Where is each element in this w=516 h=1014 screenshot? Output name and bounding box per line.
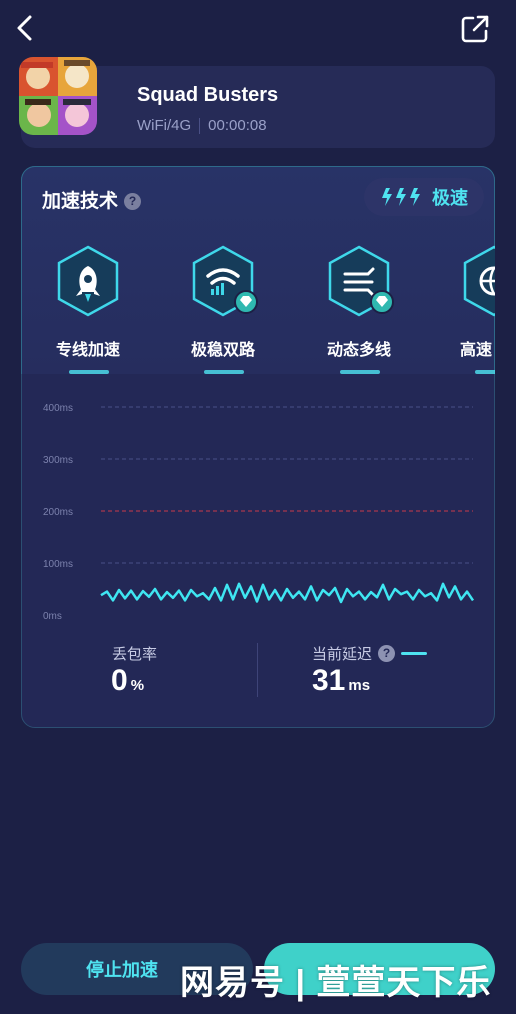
game-title: Squad Busters bbox=[137, 84, 279, 106]
y-tick-label: 0ms bbox=[43, 611, 62, 622]
stop-acceleration-label: 停止加速 bbox=[86, 960, 158, 980]
acceleration-tech-title: 加速技术? bbox=[42, 186, 142, 213]
packet-loss-unit: % bbox=[130, 677, 145, 694]
feature-dynamic-multiline[interactable]: 动态多线 bbox=[304, 244, 414, 374]
y-tick-label: 300ms bbox=[43, 455, 73, 466]
multiline-icon bbox=[328, 245, 394, 317]
y-tick-label: 100ms bbox=[43, 559, 73, 570]
latency-series-line bbox=[100, 582, 475, 604]
latency-legend-line bbox=[401, 652, 428, 655]
feature-dedicated-line[interactable]: 专线加速 bbox=[33, 244, 143, 374]
latency-help-icon[interactable]: ? bbox=[378, 644, 396, 662]
stats-divider bbox=[257, 643, 258, 697]
meta-divider bbox=[199, 117, 201, 134]
share-external-icon bbox=[461, 15, 489, 43]
feature-label: 专线加速 bbox=[55, 342, 120, 359]
game-meta: WiFi/4G 00:00:08 bbox=[137, 117, 267, 134]
session-timer: 00:00:08 bbox=[208, 117, 267, 134]
game-icon bbox=[19, 57, 97, 135]
watermark-text: 网易号 | 萱萱天下乐 bbox=[180, 964, 492, 1002]
latency-chart: 400ms 300ms 200ms 100ms 0ms bbox=[43, 403, 475, 622]
acceleration-tech-label: 加速技术 bbox=[42, 191, 119, 212]
rocket-icon bbox=[57, 245, 119, 317]
speed-mode-badge[interactable]: 极速 bbox=[364, 178, 484, 216]
feature-label: 动态多线 bbox=[326, 342, 391, 359]
feature-label: 极稳双路 bbox=[190, 342, 255, 359]
latency-label: 当前延迟 bbox=[312, 646, 373, 663]
share-button[interactable] bbox=[460, 14, 490, 44]
top-bar bbox=[0, 0, 516, 58]
packet-loss-value-group: 0% bbox=[111, 664, 144, 698]
lightning-icon bbox=[382, 188, 420, 206]
feature-dual-path[interactable]: 极稳双路 bbox=[168, 244, 278, 374]
latency-unit: ms bbox=[348, 677, 371, 694]
feature-indicator bbox=[204, 370, 244, 374]
y-tick-label: 400ms bbox=[43, 403, 73, 414]
latency-label-group: 当前延迟? bbox=[312, 643, 428, 664]
chevron-left-icon bbox=[17, 15, 32, 41]
feature-indicator bbox=[340, 370, 380, 374]
packet-loss-label: 丢包率 bbox=[112, 646, 158, 663]
feature-indicator bbox=[475, 370, 495, 374]
packet-loss-value: 0 bbox=[111, 664, 128, 697]
feature-high-speed[interactable]: 高速 bbox=[439, 244, 495, 374]
feature-label: 高速 bbox=[460, 342, 493, 359]
globe-icon bbox=[463, 245, 495, 317]
wifi-icon bbox=[192, 245, 258, 317]
feature-indicator bbox=[69, 370, 109, 374]
help-icon[interactable]: ? bbox=[124, 192, 142, 210]
latency-value: 31 bbox=[312, 664, 346, 697]
network-type: WiFi/4G bbox=[137, 117, 192, 134]
speed-mode-label: 极速 bbox=[432, 188, 468, 208]
back-button[interactable] bbox=[10, 12, 38, 44]
latency-value-group: 31 ms bbox=[312, 664, 370, 698]
y-tick-label: 200ms bbox=[43, 507, 73, 518]
